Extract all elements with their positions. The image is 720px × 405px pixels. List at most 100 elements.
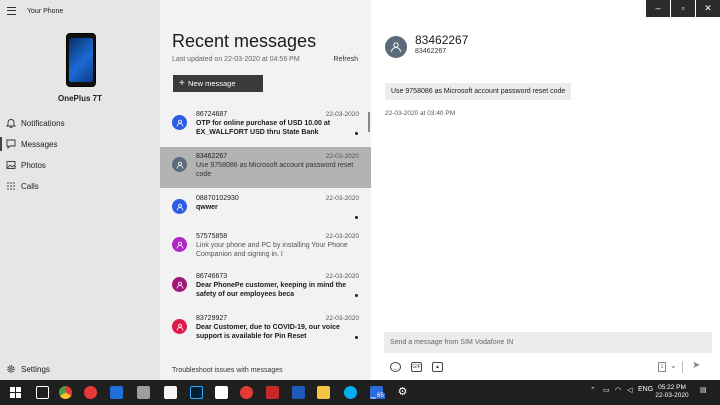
message-date: 22-03-2020 xyxy=(325,111,359,118)
refresh-link[interactable]: Refresh xyxy=(333,56,358,63)
list-item[interactable]: 86746673 22-03-2020 Dear PhonePe customer,… xyxy=(160,267,371,308)
message-preview: Dear Customer, due to COVID-19, our voic… xyxy=(196,324,340,340)
message-preview: qwwer xyxy=(196,204,218,211)
photoshop-icon[interactable] xyxy=(190,386,203,399)
sidebar-item-calls[interactable]: Calls xyxy=(0,176,160,196)
window-controls: – ▫ ✕ xyxy=(645,0,720,17)
taskbar-clock[interactable]: 05:22 PM 22-03-2020 xyxy=(652,384,692,400)
sidebar-item-label: Settings xyxy=(21,365,50,374)
sidebar-item-label: Messages xyxy=(21,140,58,149)
sidebar-item-label: Photos xyxy=(21,161,46,170)
list-item[interactable]: 83729927 22-03-2020 Dear Customer, due to … xyxy=(160,309,371,350)
calculator-icon[interactable] xyxy=(137,386,150,399)
contact-avatar xyxy=(172,319,187,334)
message-preview: Link your phone and PC by installing You… xyxy=(196,242,348,258)
composer-toolbar: ‿ GIF ▲ 1 ⌄ ➤ xyxy=(384,360,712,374)
plus-icon: + xyxy=(179,78,185,89)
contact-number: 83462267 xyxy=(415,48,447,55)
contact-name: 83462267 xyxy=(415,33,469,47)
message-input[interactable]: Send a message from SIM Vodafone IN xyxy=(384,332,712,353)
notepad-icon[interactable] xyxy=(164,386,177,399)
unread-dot xyxy=(355,216,358,219)
app-icon[interactable] xyxy=(266,386,279,399)
paint-icon[interactable] xyxy=(215,386,228,399)
person-icon xyxy=(176,323,183,331)
last-updated-text: Last updated on 22-03-2020 at 04:56 PM xyxy=(172,56,300,63)
conversation-pane: – ▫ ✕ 83462267 83462267 Use 9758086 as M… xyxy=(371,0,720,380)
taskbar: 65 ⚙ ⌃ ▭ ◠ ◁ ENG 05:22 PM 22-03-2020 ▤ xyxy=(0,380,720,405)
new-message-label: New message xyxy=(188,79,236,88)
sim-selector-icon[interactable]: 1 xyxy=(658,362,666,372)
contact-avatar xyxy=(172,199,187,214)
message-preview: Dear PhonePe customer, keeping in mind t… xyxy=(196,282,347,298)
sidebar-item-notifications[interactable]: Notifications xyxy=(0,113,160,133)
bell-icon xyxy=(6,119,16,128)
sidebar-item-photos[interactable]: Photos xyxy=(0,155,160,175)
contact-avatar xyxy=(172,115,187,130)
contact-avatar xyxy=(172,277,187,292)
task-view-icon[interactable] xyxy=(36,386,49,399)
image-attach-icon[interactable]: ▲ xyxy=(432,362,443,372)
volume-icon[interactable]: ◁ xyxy=(627,386,632,394)
message-sender: 83729927 xyxy=(196,315,228,322)
gear-icon xyxy=(7,365,15,373)
page-title: Recent messages xyxy=(172,31,317,51)
list-item[interactable]: 57575858 22-03-2020 Link your phone and PC… xyxy=(160,227,371,268)
message-date: 22-03-2020 xyxy=(325,273,359,280)
message-sender: 86724687 xyxy=(196,111,228,118)
action-center-icon[interactable]: ▤ xyxy=(700,386,707,394)
send-icon[interactable]: ➤ xyxy=(692,360,700,371)
word-icon[interactable] xyxy=(292,386,305,399)
hamburger-menu-icon[interactable] xyxy=(7,7,16,15)
store-icon[interactable] xyxy=(110,386,123,399)
device-name: OnePlus 7T xyxy=(57,94,102,103)
sidebar-item-label: Notifications xyxy=(21,119,65,128)
new-message-button[interactable]: + New message xyxy=(173,75,263,92)
tray-chevron-icon[interactable]: ⌃ xyxy=(590,386,596,394)
image-icon xyxy=(6,161,16,169)
clock-time: 05:22 PM xyxy=(658,384,686,391)
emoji-icon[interactable]: ‿ xyxy=(390,362,401,372)
sidebar-item-settings[interactable]: Settings xyxy=(0,359,160,379)
media-player-icon[interactable] xyxy=(240,386,253,399)
maximize-button[interactable]: ▫ xyxy=(671,0,695,17)
person-icon xyxy=(176,281,183,289)
file-explorer-icon[interactable] xyxy=(317,386,330,399)
list-item[interactable]: 08870102930 22-03-2020 qwwer xyxy=(160,189,371,230)
person-icon xyxy=(176,161,183,169)
sidebar-item-label: Calls xyxy=(21,182,39,191)
message-list-pane: Recent messages Last updated on 22-03-20… xyxy=(160,0,371,380)
list-item[interactable]: 83462267 22-03-2020 Use 9758086 as Microso… xyxy=(160,147,371,188)
gif-icon[interactable]: GIF xyxy=(411,362,422,372)
minimize-button[interactable]: – xyxy=(646,0,670,17)
contact-avatar xyxy=(172,157,187,172)
message-sender: 83462267 xyxy=(196,153,228,160)
message-sender: 08870102930 xyxy=(196,195,239,202)
chevron-down-icon[interactable]: ⌄ xyxy=(670,361,677,370)
person-icon xyxy=(176,203,183,211)
unread-dot xyxy=(355,336,358,339)
windows-start-icon[interactable] xyxy=(10,387,21,398)
message-timestamp: 22-03-2020 at 03:40 PM xyxy=(385,110,456,117)
phone-image xyxy=(66,33,96,87)
notification-badge: 65 xyxy=(376,393,385,399)
close-button[interactable]: ✕ xyxy=(696,0,720,17)
app-title: Your Phone xyxy=(27,8,64,15)
list-item[interactable]: 86724687 22-03-2020 OTP for online purchas… xyxy=(160,105,371,146)
chrome-icon[interactable] xyxy=(59,386,72,399)
skype-icon[interactable] xyxy=(344,386,357,399)
sidebar-item-messages[interactable]: Messages xyxy=(0,134,160,154)
settings-taskbar-icon[interactable]: ⚙ xyxy=(396,386,409,399)
troubleshoot-link[interactable]: Troubleshoot issues with messages xyxy=(172,367,283,374)
message-date: 22-03-2020 xyxy=(325,315,359,322)
wifi-icon[interactable]: ◠ xyxy=(615,386,621,394)
network-icon[interactable]: ▭ xyxy=(603,386,610,394)
contact-avatar xyxy=(172,237,187,252)
person-icon xyxy=(176,119,183,127)
message-date: 22-03-2020 xyxy=(325,233,359,240)
message-date: 22-03-2020 xyxy=(325,195,359,202)
language-indicator[interactable]: ENG xyxy=(638,386,653,393)
person-icon xyxy=(176,241,183,249)
chat-icon xyxy=(6,139,16,149)
vivaldi-icon[interactable] xyxy=(84,386,97,399)
